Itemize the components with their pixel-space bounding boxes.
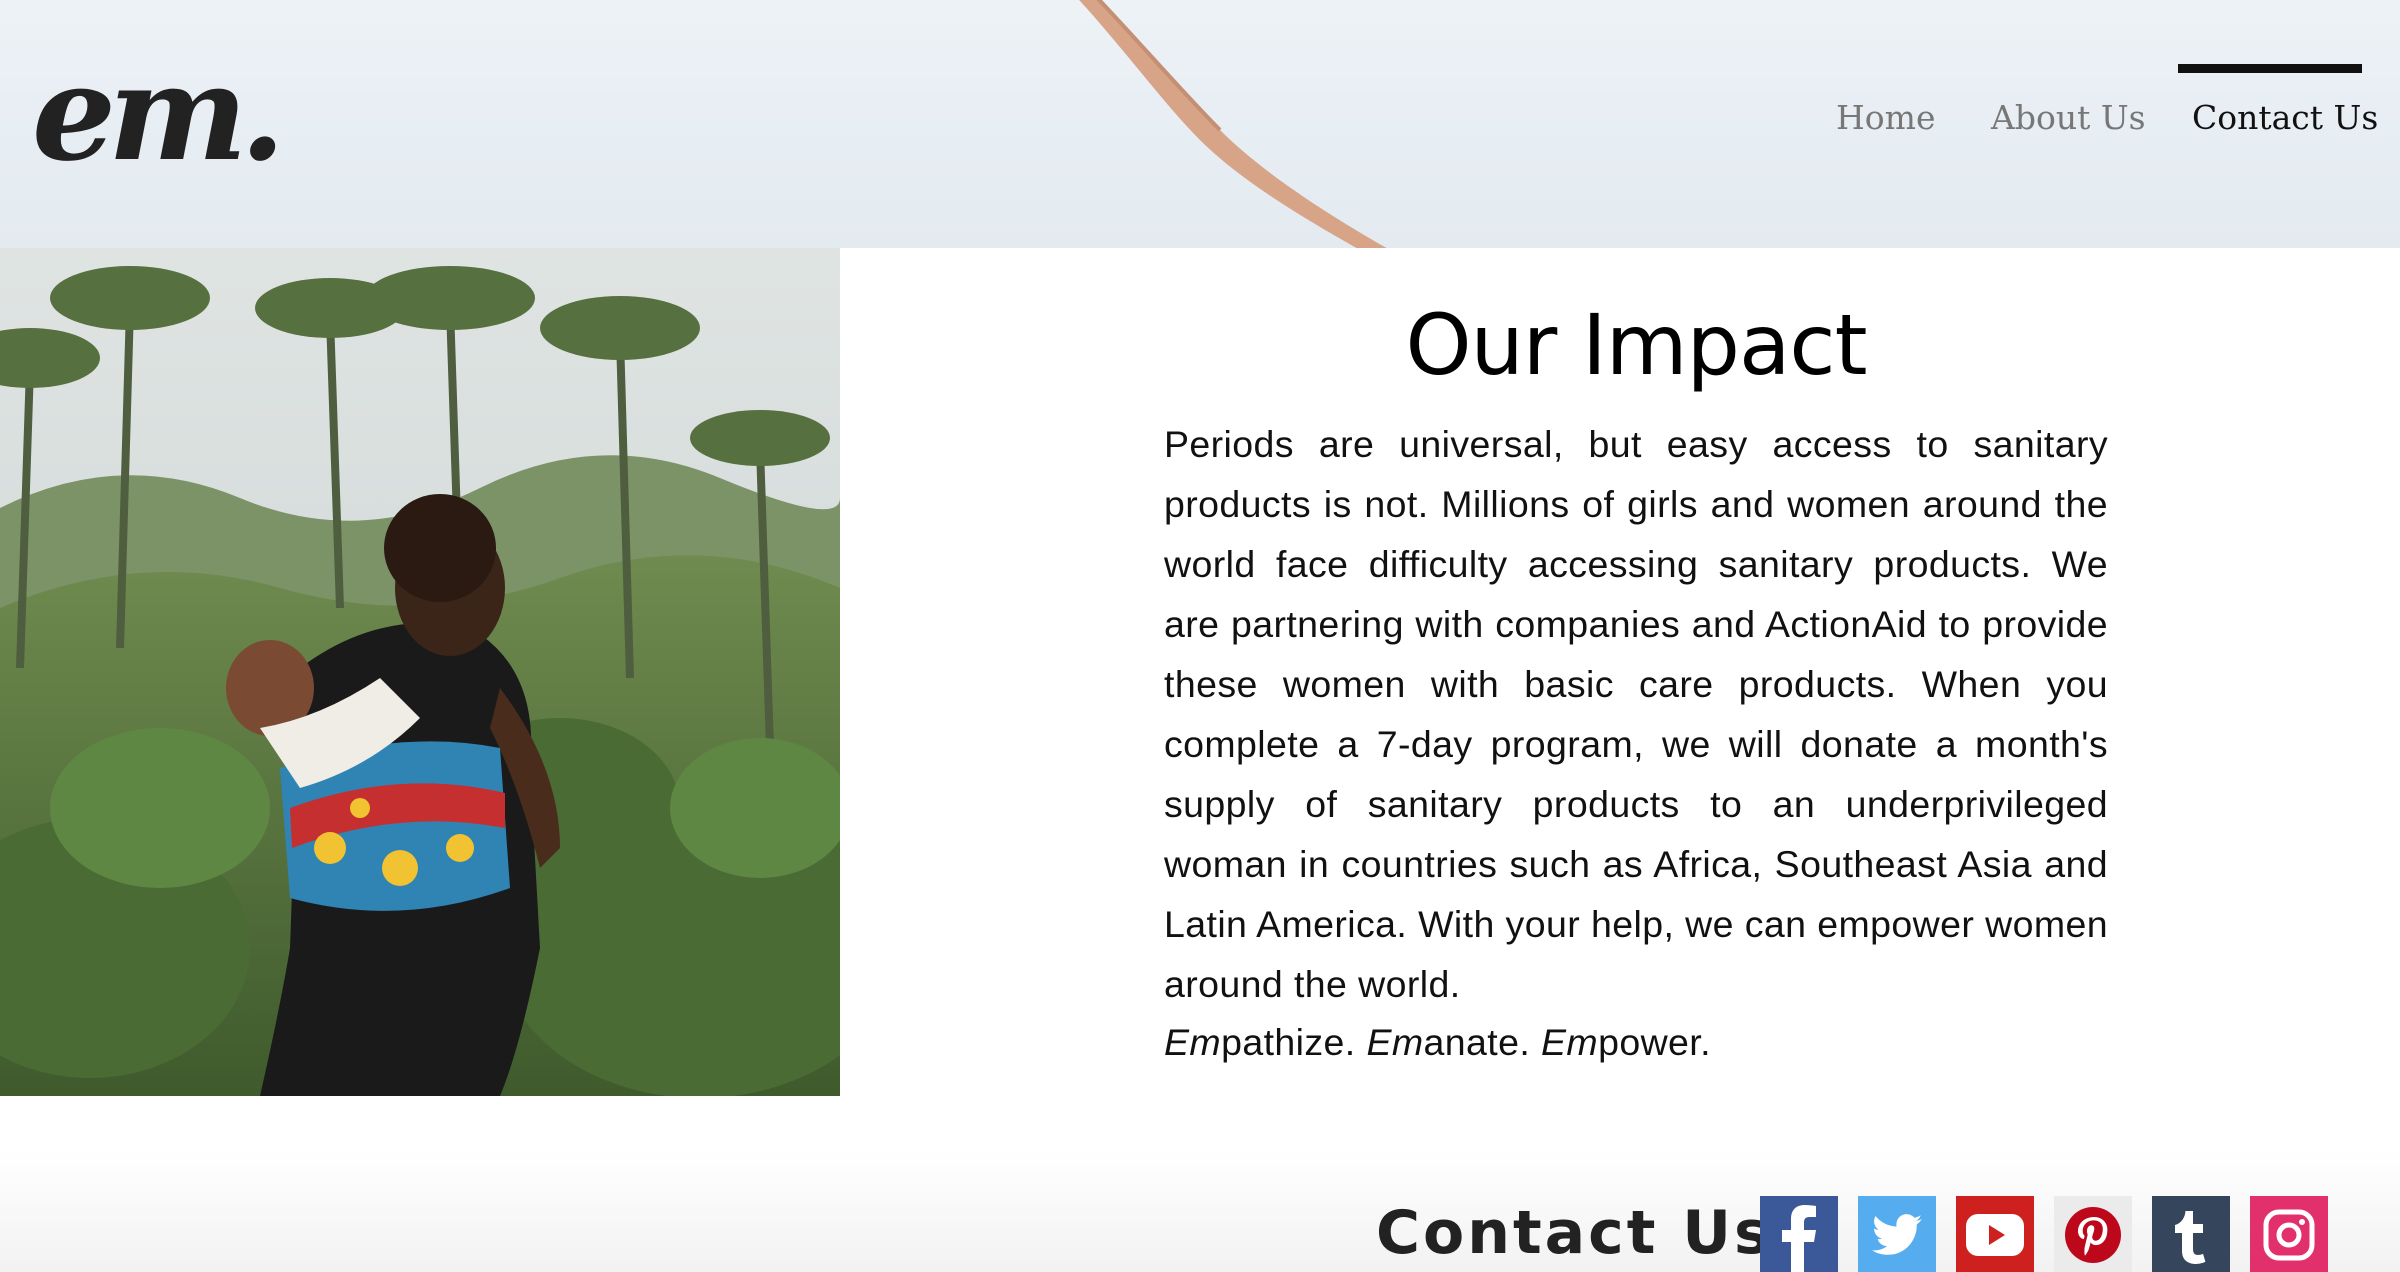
- footer-bar: [0, 1150, 2400, 1272]
- nav-about-us[interactable]: About Us: [1991, 98, 2146, 137]
- tagline-rest-1: pathize.: [1221, 1021, 1356, 1063]
- twitter-icon[interactable]: [1858, 1196, 1936, 1272]
- impact-photo: [0, 248, 840, 1096]
- nav-active-indicator: [2178, 64, 2362, 73]
- tumblr-icon[interactable]: [2152, 1196, 2230, 1272]
- youtube-icon[interactable]: [1956, 1196, 2034, 1272]
- tagline-em-1: Em: [1164, 1021, 1222, 1063]
- instagram-icon[interactable]: [2250, 1196, 2328, 1272]
- header-background-arm: [1079, 0, 1387, 248]
- impact-title: Our Impact: [1405, 296, 1867, 394]
- site-header: em. Home About Us Contact Us: [0, 0, 2400, 248]
- nav-contact-us[interactable]: Contact Us: [2192, 98, 2378, 137]
- footer-contact-label: Contact Us:: [1376, 1198, 1800, 1268]
- logo[interactable]: em.: [32, 48, 286, 180]
- tagline: Empathize. Emanate. Empower.: [1164, 1012, 1711, 1072]
- tagline-rest-2: anate.: [1423, 1021, 1531, 1063]
- page: em. Home About Us Contact Us Our Impact …: [0, 0, 2400, 1272]
- tagline-rest-3: power.: [1598, 1021, 1711, 1063]
- pinterest-icon[interactable]: [2054, 1196, 2132, 1272]
- tagline-em-2: Em: [1366, 1021, 1424, 1063]
- impact-body-text: Periods are universal, but easy access t…: [1164, 423, 2108, 1005]
- facebook-icon[interactable]: [1760, 1196, 1838, 1272]
- nav-home[interactable]: Home: [1836, 98, 1935, 137]
- tagline-em-3: Em: [1541, 1021, 1599, 1063]
